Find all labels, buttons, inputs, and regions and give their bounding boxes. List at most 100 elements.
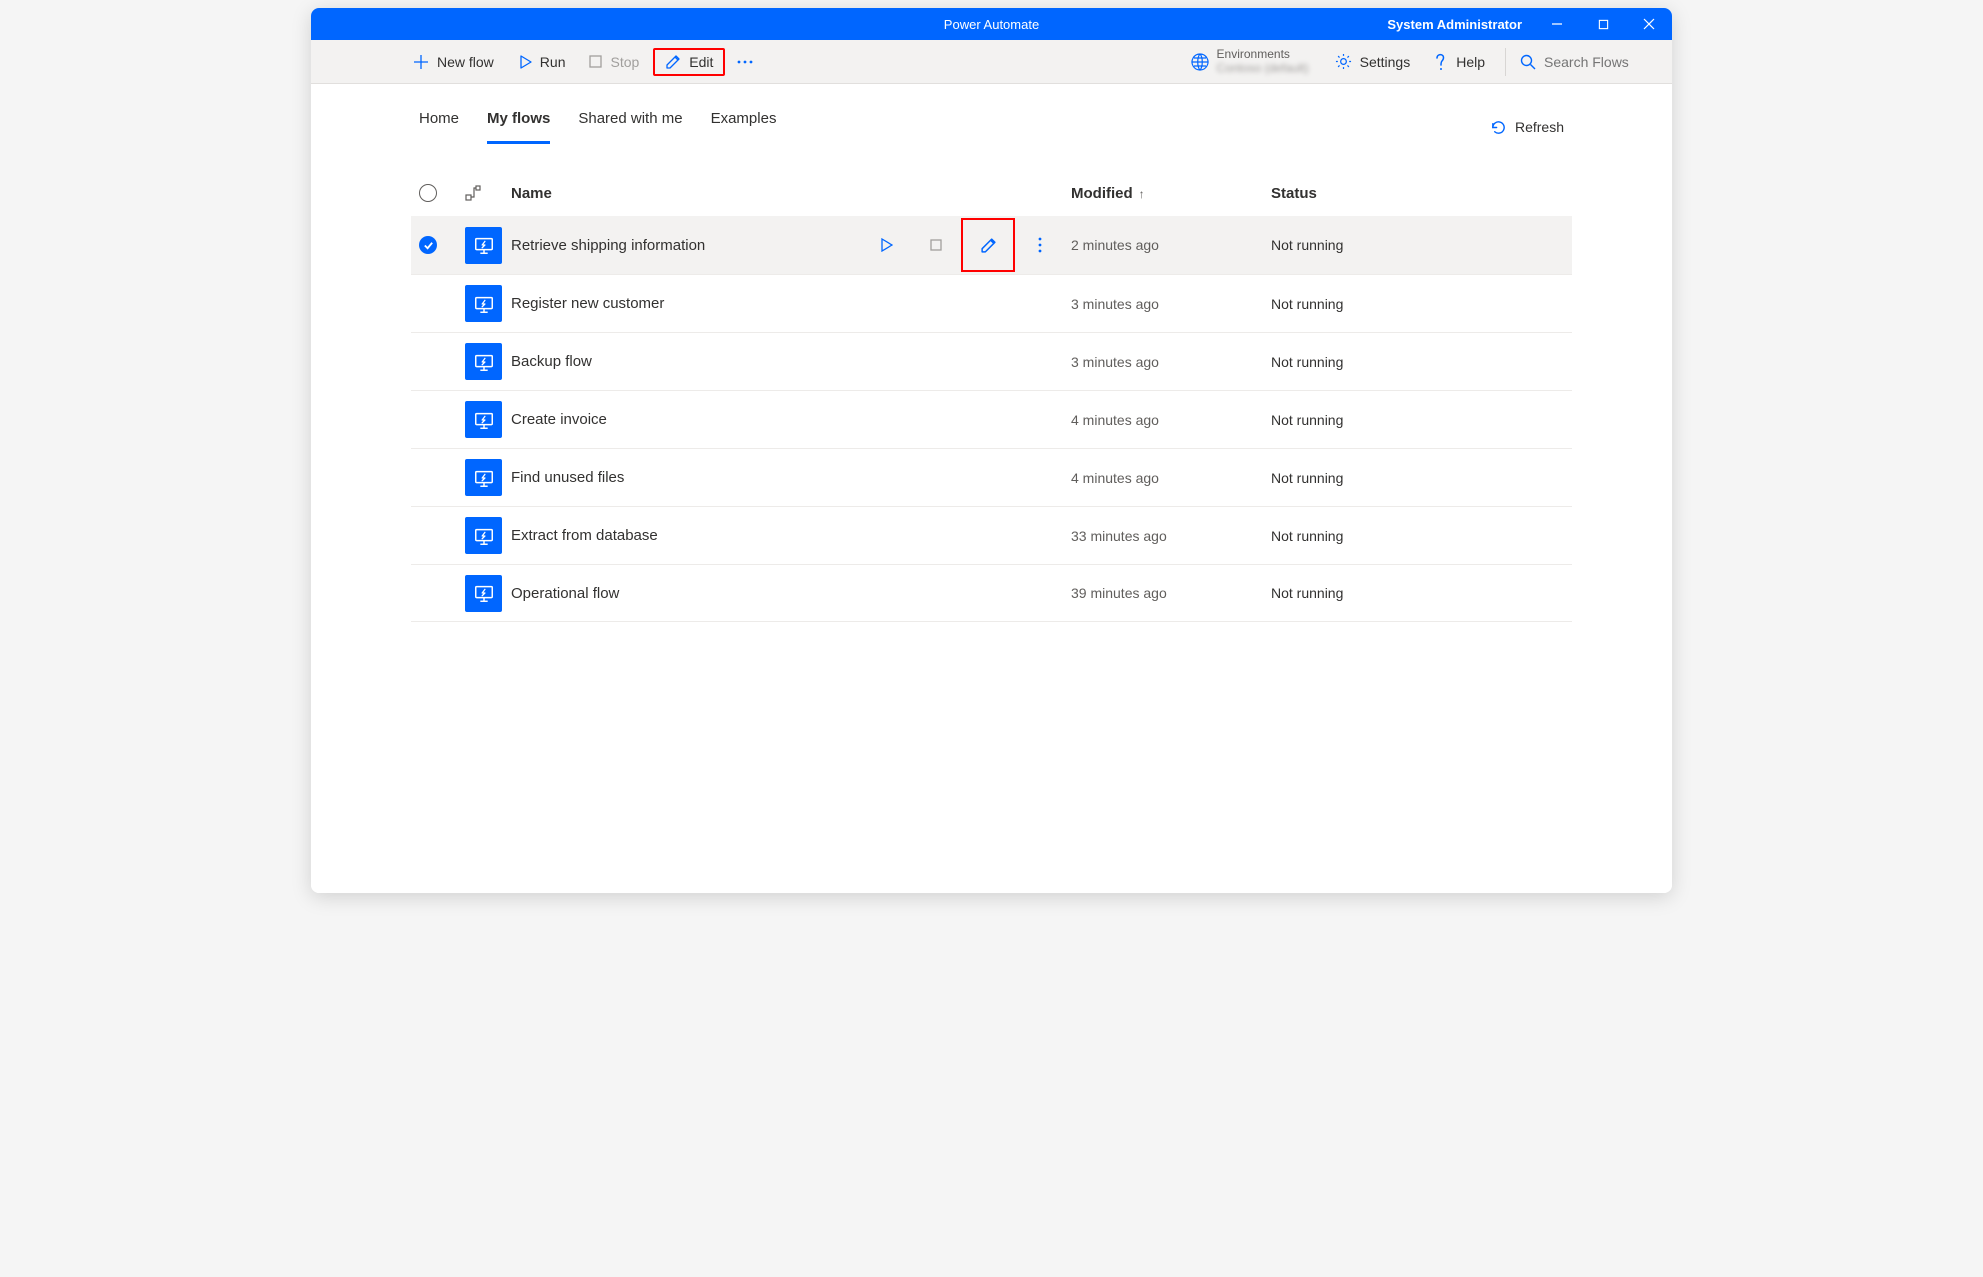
flow-status: Not running <box>1271 412 1471 428</box>
pencil-icon <box>665 54 681 70</box>
new-flow-label: New flow <box>437 54 494 70</box>
table-row[interactable]: Find unused files 4 minutes agoNot runnin… <box>411 448 1572 506</box>
table-row[interactable]: Extract from database 33 minutes agoNot r… <box>411 506 1572 564</box>
tab-my-flows[interactable]: My flows <box>487 110 550 144</box>
edit-button[interactable]: Edit <box>653 48 725 76</box>
desktop-flow-icon <box>465 401 502 438</box>
flow-modified: 3 minutes ago <box>1071 296 1271 312</box>
gear-icon <box>1335 53 1352 70</box>
row-select[interactable] <box>419 236 465 254</box>
edit-label: Edit <box>689 54 713 70</box>
table-row[interactable]: Register new customer 3 minutes agoNot ru… <box>411 274 1572 332</box>
flow-status: Not running <box>1271 237 1471 253</box>
flow-status: Not running <box>1271 296 1471 312</box>
column-name[interactable]: Name <box>511 185 1071 202</box>
checkmark-icon <box>419 236 437 254</box>
flow-type-icon <box>465 459 511 496</box>
run-label: Run <box>540 54 566 70</box>
select-all[interactable] <box>419 184 465 202</box>
stop-icon <box>589 55 602 68</box>
environments-label: Environments <box>1217 48 1309 61</box>
new-flow-button[interactable]: New flow <box>403 48 504 76</box>
stop-label: Stop <box>610 54 639 70</box>
row-run-button[interactable] <box>861 225 911 265</box>
desktop-flow-icon <box>465 517 502 554</box>
row-edit-button[interactable] <box>961 218 1015 272</box>
table-row[interactable]: Create invoice 4 minutes agoNot running <box>411 390 1572 448</box>
table-header: Name Modified↑ Status <box>411 178 1572 216</box>
titlebar: Power Automate System Administrator <box>311 8 1672 40</box>
desktop-flow-icon <box>465 575 502 612</box>
tab-home[interactable]: Home <box>419 110 459 144</box>
run-button[interactable]: Run <box>508 48 576 76</box>
app-window: Power Automate System Administrator New … <box>311 8 1672 893</box>
search-flows[interactable] <box>1505 48 1664 76</box>
window-controls <box>1534 8 1672 40</box>
desktop-flow-icon <box>465 285 502 322</box>
settings-button[interactable]: Settings <box>1325 47 1421 76</box>
desktop-flow-icon <box>465 459 502 496</box>
close-button[interactable] <box>1626 8 1672 40</box>
environment-selector[interactable]: Environments Contoso (default) <box>1179 48 1321 74</box>
flow-name[interactable]: Extract from database <box>511 527 658 544</box>
sort-asc-icon: ↑ <box>1139 187 1145 201</box>
flow-modified: 3 minutes ago <box>1071 354 1271 370</box>
table-row[interactable]: Retrieve shipping information 2 minutes a… <box>411 216 1572 274</box>
flow-status: Not running <box>1271 528 1471 544</box>
row-stop-button <box>911 225 961 265</box>
flow-modified: 4 minutes ago <box>1071 470 1271 486</box>
settings-label: Settings <box>1360 54 1411 70</box>
row-more-button[interactable] <box>1015 225 1065 265</box>
flow-modified: 33 minutes ago <box>1071 528 1271 544</box>
desktop-flow-icon <box>465 343 502 380</box>
app-body: Home My flows Shared with me Examples Re… <box>311 84 1672 893</box>
minimize-button[interactable] <box>1534 8 1580 40</box>
stop-button: Stop <box>579 48 649 76</box>
flow-status: Not running <box>1271 470 1471 486</box>
user-name[interactable]: System Administrator <box>1387 17 1534 32</box>
flow-type-icon <box>465 575 511 612</box>
help-button[interactable]: Help <box>1424 47 1495 77</box>
refresh-button[interactable]: Refresh <box>1490 119 1564 136</box>
environment-name: Contoso (default) <box>1217 62 1309 75</box>
flow-name[interactable]: Create invoice <box>511 411 607 428</box>
table-row[interactable]: Operational flow 39 minutes agoNot runnin… <box>411 564 1572 622</box>
flow-modified: 4 minutes ago <box>1071 412 1271 428</box>
refresh-label: Refresh <box>1515 119 1564 135</box>
app-title: Power Automate <box>944 17 1039 32</box>
flow-type-icon <box>465 517 511 554</box>
flow-status: Not running <box>1271 354 1471 370</box>
tab-shared[interactable]: Shared with me <box>578 110 682 144</box>
command-bar: New flow Run Stop Edit <box>311 40 1672 84</box>
tabs-row: Home My flows Shared with me Examples Re… <box>311 84 1672 144</box>
column-status[interactable]: Status <box>1271 185 1471 202</box>
globe-icon <box>1191 53 1209 71</box>
maximize-button[interactable] <box>1580 8 1626 40</box>
flow-name[interactable]: Backup flow <box>511 353 592 370</box>
help-label: Help <box>1456 54 1485 70</box>
more-menu-button[interactable] <box>729 54 761 70</box>
flow-name[interactable]: Register new customer <box>511 295 664 312</box>
flow-modified: 2 minutes ago <box>1071 237 1271 253</box>
flows-table: Name Modified↑ Status Retrieve shipping … <box>311 144 1672 622</box>
refresh-icon <box>1490 119 1507 136</box>
flow-name[interactable]: Find unused files <box>511 469 624 486</box>
flow-type-icon <box>465 285 511 322</box>
column-modified[interactable]: Modified↑ <box>1071 185 1271 202</box>
flow-type-icon <box>465 343 511 380</box>
row-actions <box>861 218 1065 272</box>
flow-type-icon <box>465 227 511 264</box>
flow-status: Not running <box>1271 585 1471 601</box>
desktop-flow-icon <box>465 227 502 264</box>
tab-examples[interactable]: Examples <box>711 110 777 144</box>
table-row[interactable]: Backup flow 3 minutes agoNot running <box>411 332 1572 390</box>
search-icon <box>1520 54 1536 70</box>
flow-type-icon <box>465 401 511 438</box>
question-icon <box>1434 53 1448 71</box>
flow-name[interactable]: Retrieve shipping information <box>511 237 705 254</box>
flow-name[interactable]: Operational flow <box>511 585 619 602</box>
search-input[interactable] <box>1544 54 1654 70</box>
type-column-icon[interactable] <box>465 185 511 201</box>
flow-modified: 39 minutes ago <box>1071 585 1271 601</box>
plus-icon <box>413 54 429 70</box>
